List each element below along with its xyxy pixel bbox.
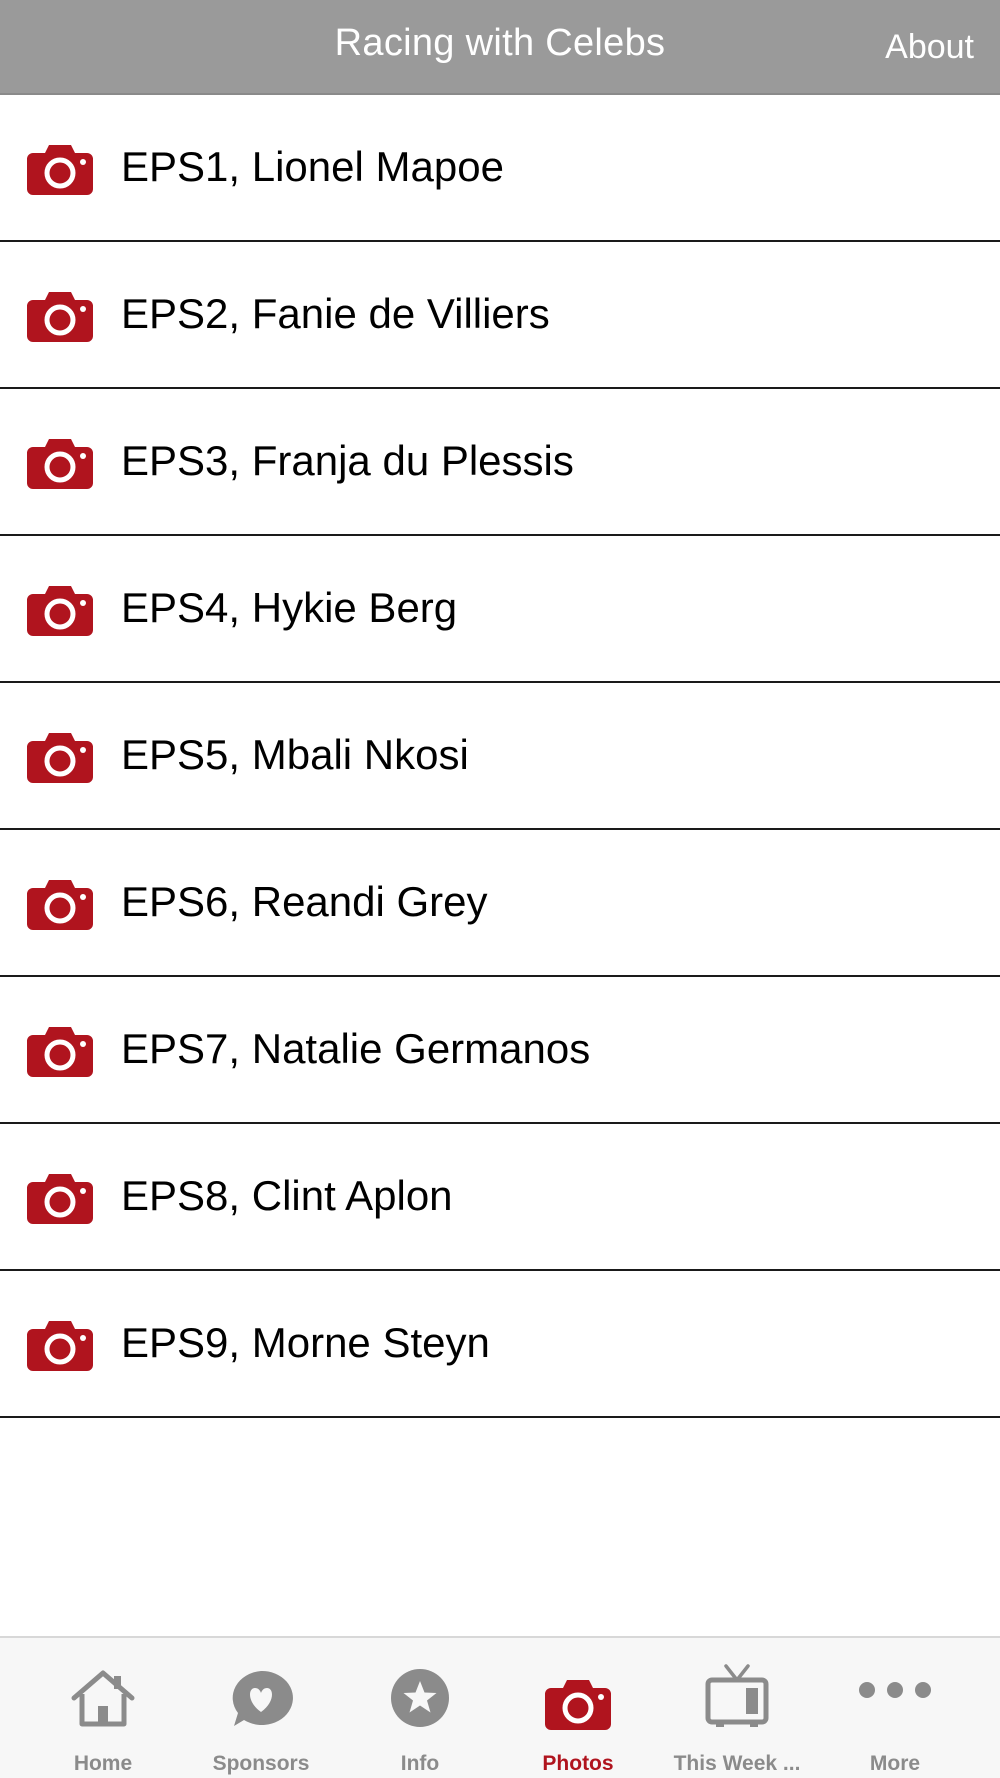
episode-list: EPS1, Lionel Mapoe EPS2, Fanie de Villie… [0,95,1000,1418]
list-item[interactable]: EPS5, Mbali Nkosi [0,683,1000,830]
list-item-label: EPS6, Reandi Grey [121,878,488,925]
tab-bar: Home Sponsors Info Photos This Week ... … [0,1636,1000,1778]
tab-label: This Week ... [673,1752,801,1775]
list-item[interactable]: EPS1, Lionel Mapoe [0,95,1000,242]
list-item-label: EPS5, Mbali Nkosi [121,731,469,778]
camera-icon [27,439,93,489]
camera-icon [27,1027,93,1077]
tab-home[interactable]: Home [20,1638,186,1778]
tab-label: Photos [542,1752,614,1775]
tab-label: Sponsors [212,1752,310,1775]
list-item-label: EPS8, Clint Aplon [121,1172,453,1219]
navigation-bar: Racing with Celebs About [0,0,1000,95]
tab-photos[interactable]: Photos [495,1638,661,1778]
list-item[interactable]: EPS3, Franja du Plessis [0,389,1000,536]
tab-label: Info [400,1752,440,1775]
list-item-label: EPS7, Natalie Germanos [121,1025,591,1072]
home-icon [71,1670,135,1727]
list-item[interactable]: EPS7, Natalie Germanos [0,977,1000,1124]
camera-icon [27,586,93,636]
about-button[interactable]: About [885,28,974,67]
tab-label: More [869,1752,921,1775]
star-icon [391,1669,449,1727]
camera-icon [27,733,93,783]
list-item[interactable]: EPS2, Fanie de Villiers [0,242,1000,389]
more-dots-icon [859,1682,931,1698]
camera-icon [27,1174,93,1224]
list-item-label: EPS1, Lionel Mapoe [121,143,504,190]
camera-icon [27,1321,93,1371]
tab-info[interactable]: Info [337,1638,503,1778]
list-item[interactable]: EPS6, Reandi Grey [0,830,1000,977]
camera-icon [545,1680,611,1730]
camera-icon [27,880,93,930]
camera-icon [27,292,93,342]
list-item-label: EPS2, Fanie de Villiers [121,290,550,337]
list-item-label: EPS9, Morne Steyn [121,1319,490,1366]
tv-icon [705,1664,769,1727]
tab-this-week[interactable]: This Week ... [654,1638,820,1778]
camera-icon [27,145,93,195]
tab-more[interactable]: More [812,1638,978,1778]
tab-sponsors[interactable]: Sponsors [178,1638,344,1778]
list-item[interactable]: EPS8, Clint Aplon [0,1124,1000,1271]
heart-bubble-icon [232,1670,293,1726]
page-title: Racing with Celebs [334,22,666,64]
list-item-label: EPS4, Hykie Berg [121,584,458,631]
tab-label: Home [73,1752,133,1775]
list-item[interactable]: EPS9, Morne Steyn [0,1271,1000,1418]
list-item-label: EPS3, Franja du Plessis [121,437,574,484]
list-item[interactable]: EPS4, Hykie Berg [0,536,1000,683]
